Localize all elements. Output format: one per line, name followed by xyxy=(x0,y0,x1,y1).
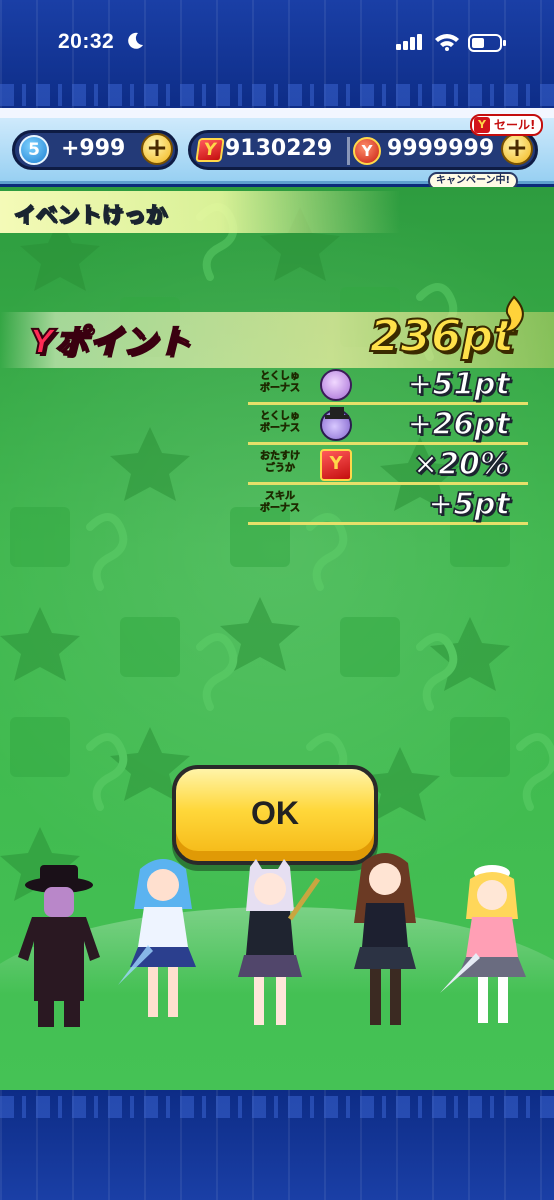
blonde-maid-idol xyxy=(440,865,526,1023)
bonus-label: とくしゅ ボーナス xyxy=(260,411,301,435)
bottom-frame xyxy=(0,1090,554,1200)
bonus-value: +26pt xyxy=(406,406,510,443)
header-separator xyxy=(0,108,554,118)
ypoint-total: 236pt xyxy=(369,310,515,363)
ypoint-label: Yポイント xyxy=(29,321,191,362)
add-currency-button[interactable]: + xyxy=(501,133,533,165)
bonus-value: +51pt xyxy=(406,366,510,403)
bonus-label: スキル ボーナス xyxy=(260,491,301,515)
masked-man-in-hat xyxy=(18,865,100,1027)
bonus-value: +5pt xyxy=(427,486,510,523)
ymoney-value: 9130229 xyxy=(225,136,333,161)
stamina-pill: 5 +999 + xyxy=(12,130,178,170)
bonus-row: とくしゅ ボーナス +26pt xyxy=(248,406,528,445)
bonus-label: とくしゅ ボーナス xyxy=(260,371,301,395)
ok-button-label: OK xyxy=(251,795,299,831)
result-stage: イベントけっか Yポイント 236pt とくしゅ ボーナス +51pt とくしゅボ… xyxy=(0,187,554,1090)
bonus-row: スキル ボーナス +5pt xyxy=(248,486,528,525)
ycoin-value: 9999999 xyxy=(387,136,495,161)
top-pattern-strip xyxy=(0,84,554,106)
wifi-icon xyxy=(434,33,460,55)
ypoint-flame-icon xyxy=(501,295,524,333)
add-stamina-button[interactable]: + xyxy=(141,133,173,165)
bonus-row: おたすけ ごうか Y ×20% xyxy=(248,446,528,485)
sale-tag[interactable]: Y セール! xyxy=(470,114,544,136)
signal-icon xyxy=(396,34,426,54)
battery-icon xyxy=(468,33,508,57)
bottom-pattern-strip xyxy=(0,1096,554,1118)
stamina-value: +999 xyxy=(61,136,126,161)
bonus-value: ×20% xyxy=(412,446,511,483)
status-bar: 20:32 xyxy=(0,0,554,80)
currency-divider xyxy=(347,137,350,165)
ycoin-icon: Y xyxy=(353,137,381,165)
sale-ticket-icon: Y xyxy=(474,117,490,133)
ymoney-icon: Y xyxy=(195,138,225,162)
sale-tag-label: セール! xyxy=(494,118,536,132)
status-time: 20:32 xyxy=(58,30,115,53)
currency-pill: Y 9130229 Y 9999999 + xyxy=(188,130,538,170)
brown-haired-idol xyxy=(354,853,416,1025)
bonus-row: とくしゅ ボーナス +51pt xyxy=(248,366,528,405)
cat-eared-idol xyxy=(238,859,320,1025)
blue-haired-idol xyxy=(118,859,196,1017)
moon-icon xyxy=(128,32,144,54)
purple-hat-yokai-icon xyxy=(320,407,352,441)
result-title: イベントけっか xyxy=(13,202,168,228)
bonus-label: おたすけ ごうか xyxy=(260,451,301,475)
stamina-level-badge: 5 xyxy=(19,135,49,165)
ymoney-ticket-icon: Y xyxy=(320,449,352,481)
purple-cat-yokai-icon xyxy=(320,369,352,401)
